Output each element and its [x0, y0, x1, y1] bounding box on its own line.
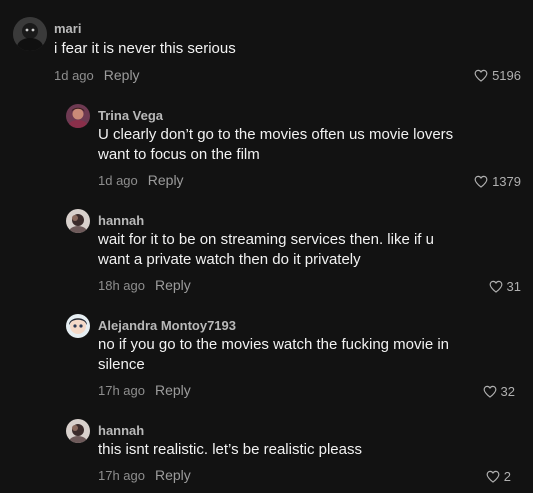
reply-comment-item: hannah wait for it to be on streaming se… — [0, 200, 533, 305]
like-button[interactable]: 32 — [483, 384, 515, 399]
comment-meta: 17h ago Reply — [98, 467, 191, 483]
comment-username[interactable]: Alejandra Montoy7193 — [98, 318, 236, 333]
heart-outline-icon — [474, 175, 488, 188]
comment-text: U clearly don’t go to the movies often u… — [98, 126, 454, 163]
like-count: 1379 — [492, 174, 521, 189]
comment-meta: 17h ago Reply — [98, 382, 191, 398]
comment-text: i fear it is never this serious — [54, 40, 236, 57]
avatar[interactable] — [66, 314, 90, 338]
avatar[interactable] — [66, 104, 90, 128]
reply-comment-item: Alejandra Montoy7193 no if you go to the… — [0, 305, 533, 410]
like-count: 31 — [506, 279, 521, 294]
reply-button[interactable]: Reply — [155, 277, 191, 293]
comment-username[interactable]: hannah — [98, 423, 144, 438]
comment-text: this isnt realistic. let’s be realistic … — [98, 441, 362, 458]
comment-timestamp: 1d ago — [98, 173, 138, 188]
comment-timestamp: 1d ago — [54, 68, 94, 83]
comment-meta: 1d ago Reply — [98, 172, 184, 188]
like-count: 5196 — [492, 68, 521, 83]
reply-button[interactable]: Reply — [104, 67, 140, 83]
like-button[interactable]: 2 — [486, 469, 511, 484]
avatar[interactable] — [13, 17, 47, 51]
comment-username[interactable]: hannah — [98, 213, 144, 228]
comment-username[interactable]: Trina Vega — [98, 108, 163, 123]
reply-comment-item: Trina Vega U clearly don’t go to the mov… — [0, 95, 533, 200]
heart-outline-icon — [483, 385, 497, 398]
reply-button[interactable]: Reply — [148, 172, 184, 188]
avatar[interactable] — [66, 419, 90, 443]
like-count: 32 — [500, 384, 515, 399]
reply-comment-item: hannah this isnt realistic. let’s be rea… — [0, 410, 533, 493]
reply-button[interactable]: Reply — [155, 467, 191, 483]
reply-button[interactable]: Reply — [155, 382, 191, 398]
heart-outline-icon — [474, 69, 488, 82]
comment-username[interactable]: mari — [54, 21, 81, 36]
like-button[interactable]: 5196 — [474, 68, 521, 83]
like-button[interactable]: 1379 — [474, 174, 521, 189]
like-count: 2 — [503, 469, 511, 484]
comment-meta: 1d ago Reply — [54, 67, 140, 83]
comment-text: no if you go to the movies watch the fuc… — [98, 336, 450, 373]
comment-text: wait for it to be on streaming services … — [98, 231, 434, 268]
comment-item: mari i fear it is never this serious 1d … — [0, 0, 533, 95]
comment-timestamp: 17h ago — [98, 468, 145, 483]
comment-meta: 18h ago Reply — [98, 277, 191, 293]
comment-timestamp: 17h ago — [98, 383, 145, 398]
like-button[interactable]: 31 — [489, 279, 521, 294]
heart-outline-icon — [486, 470, 500, 483]
avatar[interactable] — [66, 209, 90, 233]
comment-timestamp: 18h ago — [98, 278, 145, 293]
heart-outline-icon — [489, 280, 503, 293]
